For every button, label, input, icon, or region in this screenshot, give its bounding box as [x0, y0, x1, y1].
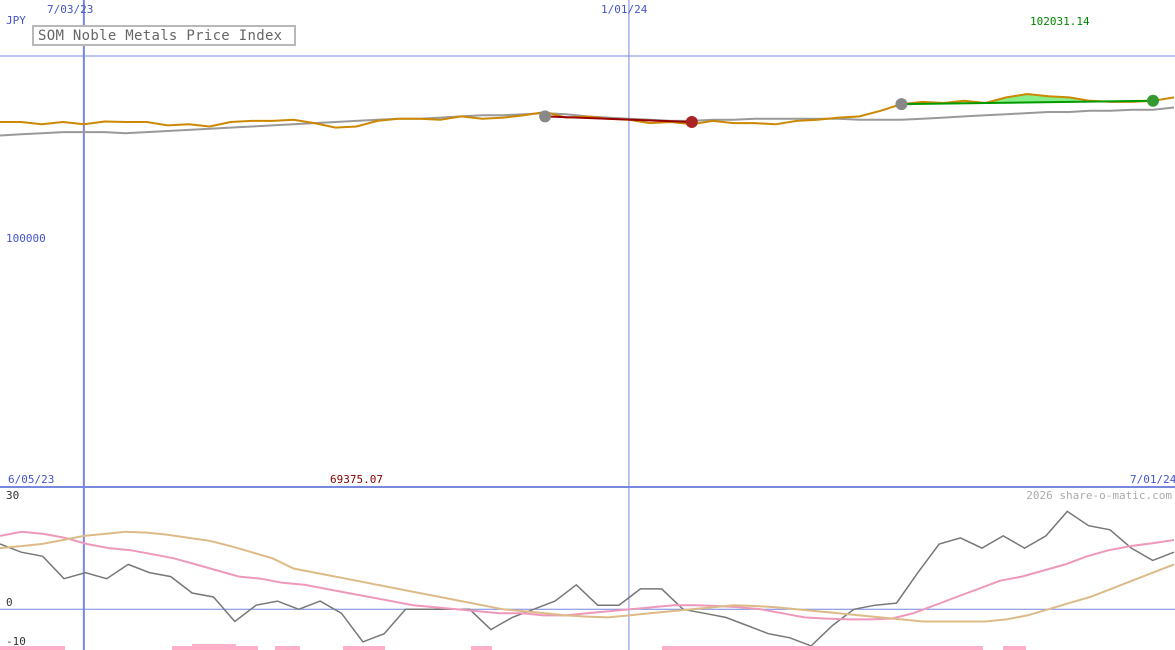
y-tick-label-100000: 100000 — [6, 232, 46, 245]
average-line — [0, 106, 1175, 137]
oscillator-fast-line — [0, 530, 1175, 621]
gain-trend-start-dot-1 — [895, 98, 908, 111]
grid-lines — [0, 0, 1175, 650]
oscillator-slow-line — [0, 530, 1175, 623]
osc-tick-label-30: 30 — [6, 489, 19, 502]
price-chart: JPY 7/03/23 1/01/24 102031.14 100000 6/0… — [0, 0, 1175, 650]
chart-title-box: SOM Noble Metals Price Index — [32, 25, 296, 46]
price-line — [0, 92, 1175, 129]
loss-trend-end-dot-0 — [685, 116, 698, 129]
gain-trend-end-dot-1 — [1147, 94, 1160, 107]
chart-title: SOM Noble Metals Price Index — [38, 28, 283, 44]
credit-label: 2026 share-o-matic.com — [1026, 489, 1172, 502]
volume-bars — [0, 644, 1026, 650]
x-tick-label-jul-2023: 7/03/23 — [47, 3, 93, 16]
series-layer — [0, 92, 1175, 647]
currency-label: JPY — [6, 14, 26, 27]
osc-tick-label-minus-10: -10 — [6, 635, 26, 648]
max-value-label: 102031.14 — [1030, 15, 1090, 28]
volume-bar-4 — [343, 646, 385, 650]
x-tick-label-jan-2024: 1/01/24 — [601, 3, 648, 16]
volume-bar-3 — [275, 646, 300, 650]
x-range-end-label: 7/01/24 — [1130, 473, 1175, 486]
osc-tick-label-0: 0 — [6, 596, 13, 609]
volume-bar-5 — [471, 646, 492, 650]
loss-trend-start-dot-0 — [539, 110, 552, 123]
volume-bar-7 — [1003, 646, 1026, 650]
oscillator-momentum-line — [0, 510, 1175, 647]
volume-bar-2 — [192, 644, 236, 650]
x-range-start-label: 6/05/23 — [8, 473, 54, 486]
min-value-label: 69375.07 — [330, 473, 383, 486]
volume-bar-6 — [662, 646, 983, 650]
